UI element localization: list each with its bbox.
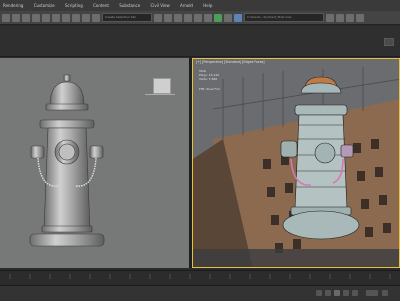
ribbon-toggle-button[interactable] <box>384 38 394 46</box>
go-to-start-icon[interactable] <box>316 290 322 296</box>
menu-content[interactable]: Content <box>93 3 109 8</box>
status-bar <box>0 285 400 301</box>
scale-icon[interactable] <box>62 13 70 22</box>
menu-civil-view[interactable]: Civil View <box>150 3 169 8</box>
play-icon[interactable] <box>334 290 340 296</box>
angle-snap-icon[interactable] <box>82 13 90 22</box>
menu-arnold[interactable]: Arnold <box>180 3 193 8</box>
previous-frame-icon[interactable] <box>325 290 331 296</box>
undo-icon[interactable] <box>2 13 10 22</box>
material-editor-icon[interactable] <box>204 13 212 22</box>
statistics-overlay: Total Polys: 15,120 Verts: 7,566 <box>199 69 219 82</box>
help-icon[interactable] <box>356 13 364 22</box>
rotate-icon[interactable] <box>52 13 60 22</box>
viewport-label[interactable]: [+] [Perspective] [Standard] [Edged Face… <box>196 60 265 64</box>
timeline-ruler <box>0 271 400 286</box>
next-frame-icon[interactable] <box>343 290 349 296</box>
folder-icon[interactable] <box>326 13 334 22</box>
menu-rendering[interactable]: Rendering <box>3 3 23 8</box>
viewport-perspective[interactable]: [+] [Perspective] [Standard] [Edged Face… <box>192 58 400 268</box>
render-setup-icon[interactable] <box>214 13 222 22</box>
layers-icon[interactable] <box>174 13 182 22</box>
save-icon[interactable] <box>336 13 344 22</box>
ribbon-panel <box>0 26 400 57</box>
timeline[interactable] <box>0 270 400 286</box>
settings-icon[interactable] <box>346 13 354 22</box>
redo-icon[interactable] <box>12 13 20 22</box>
stats-verts: Verts: 7,566 <box>199 77 218 82</box>
move-icon[interactable] <box>42 13 50 22</box>
align-icon[interactable] <box>164 13 172 22</box>
schematic-icon[interactable] <box>194 13 202 22</box>
menu-bar: Rendering Customize Scripting Content Su… <box>0 0 400 11</box>
selection-set-field[interactable]: Create Selection Set <box>102 13 152 22</box>
fps-readout: FPS: Slow Frm <box>199 87 221 91</box>
render-icon[interactable] <box>234 13 242 22</box>
viewport-left[interactable] <box>0 58 189 268</box>
menu-scripting[interactable]: Scripting <box>65 3 83 8</box>
mirror-icon[interactable] <box>154 13 162 22</box>
scene-background <box>193 59 399 267</box>
menu-customize[interactable]: Customize <box>34 3 55 8</box>
viewcube-icon[interactable] <box>153 78 171 94</box>
curve-editor-icon[interactable] <box>184 13 192 22</box>
viewcube-ring <box>145 94 175 95</box>
snap-icon[interactable] <box>72 13 80 22</box>
go-to-end-icon[interactable] <box>352 290 358 296</box>
render-frame-icon[interactable] <box>224 13 232 22</box>
percent-snap-icon[interactable] <box>92 13 100 22</box>
menu-substance[interactable]: Substance <box>119 3 140 8</box>
link-icon[interactable] <box>22 13 30 22</box>
frame-field[interactable] <box>366 290 378 296</box>
select-icon[interactable] <box>32 13 40 22</box>
zoom-icon[interactable] <box>382 290 388 296</box>
path-field[interactable]: C:\Users\...\hydrant_final.max <box>244 13 324 22</box>
menu-help[interactable]: Help <box>203 3 212 8</box>
main-toolbar: Create Selection Set C:\Users\...\hydran… <box>0 11 400 25</box>
